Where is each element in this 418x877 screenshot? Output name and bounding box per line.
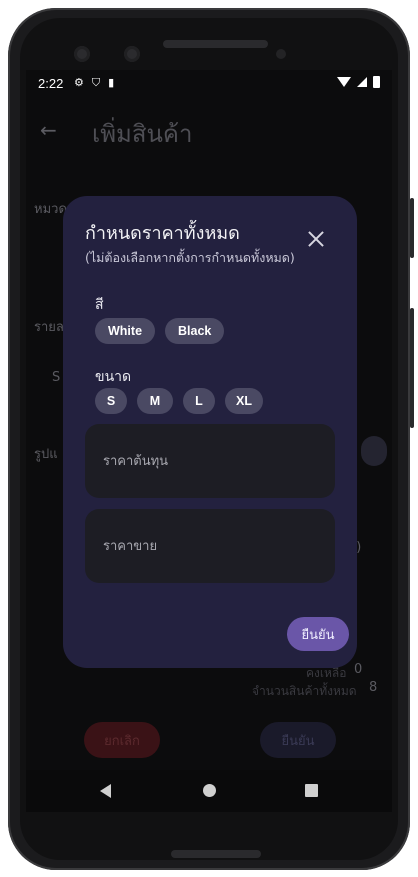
dialog-title: กำหนดราคาทั้งหมด xyxy=(85,223,240,244)
front-camera-icon xyxy=(124,46,140,62)
nav-home-icon[interactable] xyxy=(203,784,216,797)
color-chip-white[interactable]: White xyxy=(95,318,156,344)
color-label: สี xyxy=(95,297,104,313)
app-bar: ← เพิ่มสินค้า xyxy=(26,98,392,158)
status-bar: 2:22 ⚙ ⛉ ▮ xyxy=(26,70,392,98)
screen: 2:22 ⚙ ⛉ ▮ ← เพิ่มสินค้า หมวดห รายล S รู… xyxy=(26,70,392,812)
size-chip-m[interactable]: M xyxy=(137,388,173,414)
volume-button xyxy=(410,308,414,428)
sell-price-input[interactable] xyxy=(85,509,335,583)
size-chips: S M L XL xyxy=(95,388,263,414)
set-all-prices-dialog: กำหนดราคาทั้งหมด (ไม่ต้องเลือกหากตั้งการ… xyxy=(63,196,357,668)
detail-label: รายล xyxy=(34,320,64,335)
size-label: ขนาด xyxy=(95,369,132,385)
cost-price-field[interactable] xyxy=(85,424,335,498)
cancel-button[interactable]: ยกเลิก xyxy=(84,722,160,758)
arrow-left-icon[interactable]: ← xyxy=(40,118,57,142)
size-chip-xl[interactable]: XL xyxy=(225,388,263,414)
wifi-icon xyxy=(337,77,351,87)
nav-recents-icon[interactable] xyxy=(305,784,318,797)
bottom-speaker xyxy=(171,850,261,858)
battery-icon xyxy=(373,76,380,88)
earpiece-speaker xyxy=(163,40,268,48)
total-value: 8 xyxy=(369,680,378,695)
status-icons-right xyxy=(337,76,380,88)
image-label: รูปแ xyxy=(34,447,58,462)
signal-icon xyxy=(357,77,367,87)
close-icon[interactable] xyxy=(307,230,325,248)
nav-back-icon[interactable] xyxy=(100,784,111,798)
color-chips: White Black xyxy=(95,318,225,344)
total-label: จำนวนสินค้าทั้งหมด xyxy=(252,684,357,698)
navigation-bar xyxy=(26,770,392,812)
power-button xyxy=(410,198,414,258)
sd-card-icon: ▮ xyxy=(108,76,115,89)
add-button[interactable] xyxy=(361,436,387,466)
cost-price-input[interactable] xyxy=(85,424,335,498)
dialog-subtitle: (ไม่ต้องเลือกหากตั้งการกำหนดทั้งหมด) xyxy=(85,250,295,265)
color-chip-black[interactable]: Black xyxy=(165,318,225,344)
dialog-confirm-button[interactable]: ยืนยัน xyxy=(287,617,349,651)
sell-price-field[interactable] xyxy=(85,509,335,583)
proximity-sensor xyxy=(276,49,286,59)
gear-icon: ⚙ xyxy=(74,76,84,89)
front-camera-icon xyxy=(74,46,90,62)
remaining-value: 0 xyxy=(354,662,363,677)
size-chip-s[interactable]: S xyxy=(95,388,127,414)
confirm-button[interactable]: ยืนยัน xyxy=(260,722,336,758)
status-icons-left: ⚙ ⛉ ▮ xyxy=(74,76,114,90)
size-chip-l[interactable]: L xyxy=(183,388,215,414)
page-title: เพิ่มสินค้า xyxy=(92,120,193,148)
status-time: 2:22 xyxy=(38,76,64,91)
shield-icon: ⛉ xyxy=(91,76,101,89)
size-s-label: S xyxy=(52,370,61,385)
